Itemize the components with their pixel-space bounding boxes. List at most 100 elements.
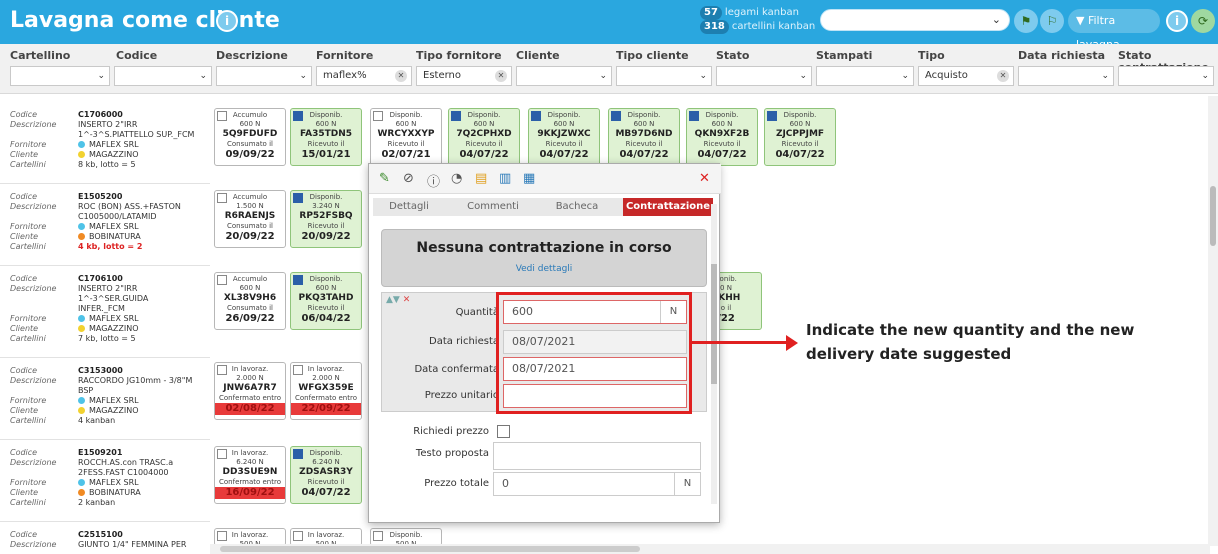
filter-cartellino-select[interactable]: ⌄ [10,66,110,86]
card-qty: 2.000 N [236,374,264,382]
filter-stampati-select[interactable]: ⌄ [816,66,914,86]
horizontal-scrollbar-thumb[interactable] [220,546,640,552]
card-date: 04/07/22 [697,149,747,160]
clear-icon[interactable]: ✕ [395,70,407,82]
card-sub: Confermato entro [219,478,281,486]
card-status-icon [451,111,461,121]
kanban-counters: 57 legami kanban 318 cartellini kanban [700,6,815,34]
kanban-card[interactable]: Disponib. 600 N 7Q2CPHXD Ricevuto il 04/07/2… [448,108,520,166]
chevron-down-icon: ⌄ [699,71,707,81]
card-sub: Confermato entro [295,394,357,402]
chart-icon[interactable]: ▥ [499,171,511,186]
testo-proposta-label: Testo proposta [415,448,489,459]
prezzo-totale-label: Prezzo totale [424,478,489,489]
filter-header-tipo-fornitore: Tipo fornitore [416,49,502,62]
horizontal-scrollbar[interactable] [210,544,1210,554]
kanban-card[interactable]: In lavoraz. 2.000 N JNW6A7R7 Confermato ent… [214,362,286,420]
client-dot-icon [78,233,85,240]
filter-stato-select[interactable]: ⌄ [716,66,812,86]
kanban-card[interactable]: Disponib. 6.240 N ZDSASR3Y Ricevuto il 04/07… [290,446,362,504]
kanban-card[interactable]: Disponib. 600 N WRCYXXYP Ricevuto il 02/07/2… [370,108,442,166]
filter-tipo-fornitore-select[interactable]: Esterno ✕ [416,66,512,86]
part-code: C1706100 [78,274,123,283]
details-link[interactable]: Vedi dettagli [382,264,706,274]
tab-bacheca[interactable]: Bacheca [537,198,617,216]
richiedi-prezzo-checkbox[interactable] [497,425,510,438]
card-qty: 600 N [473,120,495,128]
bell-icon[interactable]: ◔ [451,171,462,186]
prezzo-totale-value: 0 [502,477,509,490]
filter-stato-contrattazione-select[interactable]: ⌄ [1118,66,1214,86]
filter-descrizione-select[interactable]: ⌄ [216,66,312,86]
board-select[interactable]: ⌄ [820,9,1010,31]
kanban-card[interactable]: Disponib. 600 N ZJCPPJMF Ricevuto il 04/07/2… [764,108,836,166]
vertical-scrollbar-thumb[interactable] [1210,186,1216,246]
note-icon[interactable]: ▤ [475,171,487,186]
kanban-card[interactable]: Accumulo 600 N XL38V9H6 Consumato il 26/09/2… [214,272,286,330]
filter-data-richiesta-select[interactable]: ⌄ [1018,66,1114,86]
card-code: PKQ3TAHD [298,293,354,303]
kanban-icon-button[interactable]: ⚑ [1014,9,1038,33]
kanban-card[interactable]: Disponib. 3.240 N RP52FSBQ Ricevuto il 20/09… [290,190,362,248]
tab-dettagli[interactable]: Dettagli [373,198,445,216]
filter-codice-select[interactable]: ⌄ [114,66,212,86]
filter-board-button[interactable]: ▼ Filtra lavagna [1068,9,1160,51]
card-code: JNW6A7R7 [223,383,277,393]
close-icon[interactable]: ✕ [699,171,710,186]
form-controls-icon[interactable]: ▲▼ ✕ [386,295,410,305]
tab-commenti[interactable]: Commenti [453,198,533,216]
clear-icon[interactable]: ✕ [495,70,507,82]
modal-scrollbar-thumb[interactable] [711,264,717,384]
card-date: 20/09/22 [225,231,275,242]
kanban-card[interactable]: In lavoraz. 6.240 N DD3SUE9N Confermato ent… [214,446,286,504]
kanban-card[interactable]: Disponib. 600 N MB97D6ND Ricevuto il 04/07/2… [608,108,680,166]
refresh-icon-button[interactable]: ⟳ [1191,9,1215,33]
kanban-card[interactable]: Accumulo 600 N 5Q9FDUFD Consumato il 09/09/2… [214,108,286,166]
card-sub: Ricevuto il [307,478,345,486]
info-circle-icon[interactable]: ⓘ [427,171,440,190]
filter-fornitore-input[interactable]: maflex% ✕ [316,66,412,86]
card-code: XL38V9H6 [223,293,277,303]
card-date: 06/04/22 [301,313,351,324]
part-row: Codice C3153000 Descrizione RACCORDO JG10m… [0,366,210,440]
kanban-card[interactable]: Disponib. 600 N 9KKJZWXC Ricevuto il 04/07/2… [528,108,600,166]
kanban-alt-icon-button[interactable]: ⚐ [1040,9,1064,33]
card-date: 04/07/22 [301,487,351,498]
report-icon[interactable]: ▦ [523,171,535,186]
chevron-down-icon: ⌄ [199,71,207,81]
kanban-card[interactable]: Accumulo 1.500 N R6RAENJS Consumato il 20/09… [214,190,286,248]
card-date: 04/07/22 [619,149,669,160]
tab-contrattazione[interactable]: Contrattazione [623,198,713,216]
filter-cliente-select[interactable]: ⌄ [516,66,612,86]
kanban-card[interactable]: Disponib. 600 N QKN9XF2B Ricevuto il 04/07/2… [686,108,758,166]
kanban-card[interactable]: Disponib. 600 N PKQ3TAHD Ricevuto il 06/04/2… [290,272,362,330]
card-code: RP52FSBQ [299,211,353,221]
card-date: 02/07/21 [381,149,431,160]
chevron-down-icon: ⌄ [599,71,607,81]
part-code: C3153000 [78,366,123,375]
move-icon[interactable]: ✎ [379,171,390,186]
info-icon[interactable]: i [216,10,238,32]
modal-scrollbar[interactable] [711,204,717,504]
vertical-scrollbar[interactable] [1208,96,1218,546]
part-code: E1509201 [78,448,123,457]
card-code: QKN9XF2B [694,129,750,139]
part-desc: ROC (BON) ASS.+FASTON [78,202,181,211]
card-date: 09/09/22 [225,149,275,160]
supplier-dot-icon [78,141,85,148]
clear-icon[interactable]: ✕ [997,70,1009,82]
data-richiesta-label: Data richiesta [429,336,499,347]
part-desc: RACCORDO JG10mm - 3/8"M [78,376,193,385]
filter-tipo-select[interactable]: Acquisto ✕ [918,66,1014,86]
filter-tipo-cliente-select[interactable]: ⌄ [616,66,712,86]
cancel-icon[interactable]: ⊘ [403,171,414,186]
card-status-icon [611,111,621,121]
card-sub: Ricevuto il [307,304,345,312]
testo-proposta-textarea[interactable] [493,442,701,470]
kanban-card[interactable]: Disponib. 600 N FA35TDN5 Ricevuto il 15/01/2… [290,108,362,166]
label-descrizione: Descrizione [10,540,57,549]
help-icon[interactable]: i [1166,10,1188,32]
kanban-card[interactable]: In lavoraz. 2.000 N WFGX359E Confermato ent… [290,362,362,420]
card-sub: Consumato il [227,222,273,230]
card-code: ZJCPPJMF [775,129,825,139]
